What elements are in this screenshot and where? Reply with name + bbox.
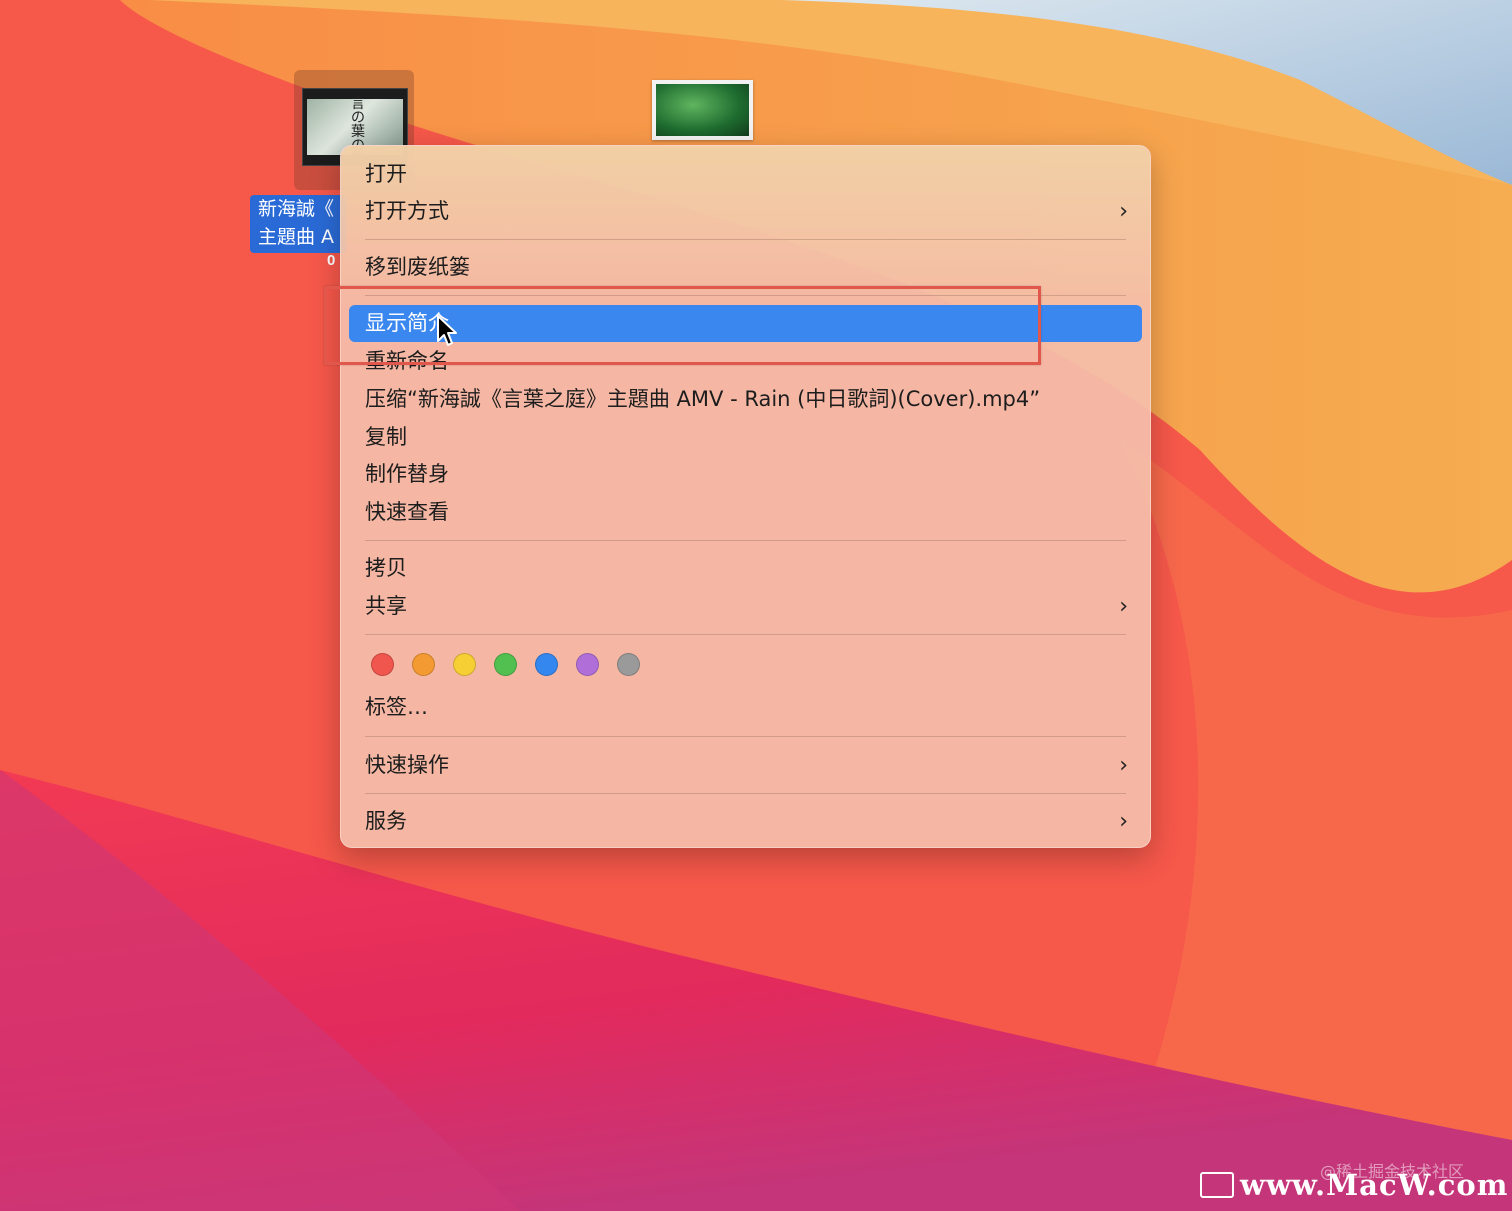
monitor-logo-icon xyxy=(1200,1172,1234,1198)
image-file-icon[interactable] xyxy=(652,80,753,140)
menu-item-quick-actions[interactable]: 快速操作 › xyxy=(349,747,1142,784)
menu-item-make-alias[interactable]: 制作替身 xyxy=(349,456,1142,493)
video-file-name-line1: 新海誠《 xyxy=(258,198,335,220)
video-file-sublabel: 0 xyxy=(327,252,336,269)
menu-item-share-label: 共享 xyxy=(365,594,407,618)
menu-item-compress-label: 压缩“新海誠《言葉之庭》主題曲 AMV - Rain (中日歌詞)(Cover)… xyxy=(365,387,1041,411)
menu-item-duplicate[interactable]: 复制 xyxy=(349,419,1142,456)
tag-gray-swatch[interactable] xyxy=(617,653,640,676)
menu-item-move-to-trash-label: 移到废纸篓 xyxy=(365,255,470,279)
menu-item-compress[interactable]: 压缩“新海誠《言葉之庭》主題曲 AMV - Rain (中日歌詞)(Cover)… xyxy=(349,381,1142,418)
menu-separator xyxy=(365,793,1126,794)
menu-item-share[interactable]: 共享 › xyxy=(349,588,1142,625)
tag-purple-swatch[interactable] xyxy=(576,653,599,676)
menu-separator xyxy=(365,634,1126,635)
tag-red-swatch[interactable] xyxy=(371,653,394,676)
chevron-right-icon: › xyxy=(1119,594,1128,619)
menu-item-open[interactable]: 打开 xyxy=(349,156,1142,193)
menu-item-quick-look[interactable]: 快速查看 xyxy=(349,494,1142,531)
menu-item-open-with-label: 打开方式 xyxy=(365,199,449,223)
tag-green-swatch[interactable] xyxy=(494,653,517,676)
menu-item-quick-look-label: 快速查看 xyxy=(365,500,449,524)
video-file-name-line2: 主題曲 A xyxy=(258,226,335,248)
video-file-name[interactable]: 新海誠《 主題曲 A xyxy=(250,195,346,253)
context-menu: 打开 打开方式 › 移到废纸篓 显示简介 重新命名 压缩“新海誠《言葉之庭》主題… xyxy=(340,145,1151,848)
menu-item-tags[interactable]: 标签… xyxy=(349,689,1142,726)
site-watermark: www.MacW.com xyxy=(1240,1168,1509,1202)
chevron-right-icon: › xyxy=(1119,199,1128,224)
menu-item-move-to-trash[interactable]: 移到废纸篓 xyxy=(349,249,1142,286)
chevron-right-icon: › xyxy=(1119,809,1128,834)
tag-blue-swatch[interactable] xyxy=(535,653,558,676)
menu-item-copy-label: 拷贝 xyxy=(365,556,407,580)
menu-item-services-label: 服务 xyxy=(365,809,407,833)
tag-orange-swatch[interactable] xyxy=(412,653,435,676)
chevron-right-icon: › xyxy=(1119,753,1128,778)
image-thumbnail xyxy=(656,84,749,136)
menu-separator xyxy=(365,540,1126,541)
menu-item-quick-actions-label: 快速操作 xyxy=(365,753,449,777)
menu-item-make-alias-label: 制作替身 xyxy=(365,462,449,486)
menu-item-copy[interactable]: 拷贝 xyxy=(349,550,1142,587)
menu-item-open-with[interactable]: 打开方式 › xyxy=(349,193,1142,230)
tag-yellow-swatch[interactable] xyxy=(453,653,476,676)
menu-separator xyxy=(365,736,1126,737)
menu-separator xyxy=(365,239,1126,240)
menu-item-duplicate-label: 复制 xyxy=(365,425,407,449)
mouse-pointer-icon xyxy=(437,315,457,346)
highlight-annotation-box xyxy=(324,286,1041,365)
menu-item-services[interactable]: 服务 › xyxy=(349,803,1142,840)
menu-item-open-label: 打开 xyxy=(365,162,407,186)
menu-item-tags-label: 标签… xyxy=(365,695,428,719)
